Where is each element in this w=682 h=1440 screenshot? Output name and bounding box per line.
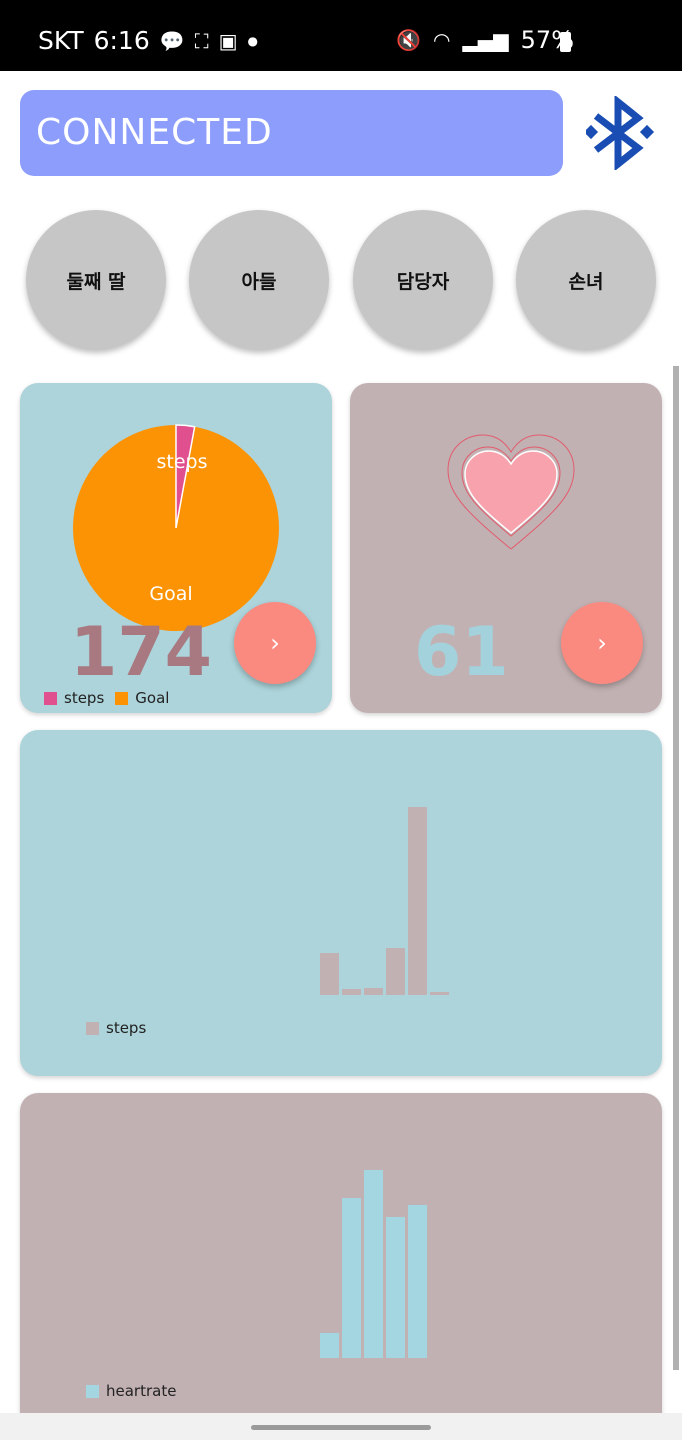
steps-bar-chart-card: steps — [20, 730, 662, 1076]
heartrate-bar-chart — [320, 1170, 427, 1358]
wifi-icon: ◠ — [433, 28, 451, 52]
heart-rate-card[interactable]: 61 › — [350, 383, 662, 713]
status-bar: SKT 6:16 💬 ⛶ ▣ ● 🔇 ◠ ▂▄▆ 57% — [0, 0, 682, 71]
bluetooth-icon[interactable] — [586, 96, 656, 170]
dot-icon: ● — [247, 33, 259, 48]
bar-heartrate-1 — [342, 1198, 361, 1358]
screenshot-icon: ⛶ — [194, 28, 209, 53]
legend-swatch-steps — [44, 691, 57, 705]
status-left: SKT 6:16 💬 ⛶ ▣ ● — [38, 26, 258, 55]
legend-label-steps: steps — [64, 689, 105, 707]
clock: 6:16 — [93, 26, 150, 55]
legend-swatch-goal — [115, 691, 129, 705]
bar-heartrate-2 — [364, 1170, 383, 1358]
bar-steps-2 — [364, 988, 383, 995]
bar-steps-4 — [408, 807, 427, 995]
battery-icon — [560, 32, 571, 52]
navigation-bar — [0, 1413, 682, 1440]
legend-label-steps: steps — [106, 1019, 147, 1037]
carrier-label: SKT — [38, 26, 84, 55]
contact-button-daughter[interactable]: 둘째 딸 — [26, 210, 166, 350]
contact-button-granddaughter[interactable]: 손녀 — [516, 210, 656, 350]
bar-steps-3 — [386, 948, 405, 995]
home-handle[interactable] — [251, 1425, 431, 1430]
scrollbar[interactable] — [673, 366, 679, 1370]
contact-list: 둘째 딸 아들 담당자 손녀 — [0, 208, 682, 352]
heartrate-chart-legend: heartrate — [86, 1382, 176, 1400]
heart-icon — [447, 434, 575, 550]
steps-card[interactable]: steps Goal 174 › steps Goal — [20, 383, 332, 713]
bar-steps-0 — [320, 953, 339, 995]
contact-button-manager[interactable]: 담당자 — [353, 210, 493, 350]
bar-steps-1 — [342, 989, 361, 995]
heart-rate-value: 61 — [414, 613, 509, 692]
chevron-right-icon: › — [270, 629, 280, 657]
steps-chart-legend: steps — [86, 1019, 146, 1037]
bar-heartrate-4 — [408, 1205, 427, 1358]
steps-count: 174 — [70, 613, 212, 692]
steps-pie-legend: steps Goal — [44, 689, 169, 707]
status-right: 🔇 ◠ ▂▄▆ 57% — [396, 26, 574, 54]
legend-label-goal: Goal — [135, 689, 170, 707]
bar-heartrate-0 — [320, 1333, 339, 1358]
heart-rate-detail-button[interactable]: › — [561, 602, 643, 684]
pie-label-steps: steps — [157, 451, 208, 473]
bar-steps-5 — [430, 992, 449, 995]
legend-swatch-heartrate — [86, 1384, 99, 1398]
mute-icon: 🔇 — [396, 28, 422, 52]
signal-icon: ▂▄▆ — [462, 28, 509, 52]
contact-button-son[interactable]: 아들 — [189, 210, 329, 350]
steps-detail-button[interactable]: › — [234, 602, 316, 684]
legend-label-heartrate: heartrate — [106, 1382, 177, 1400]
legend-swatch-steps — [86, 1021, 99, 1035]
heartrate-bar-chart-card: heartrate — [20, 1093, 662, 1423]
talk-icon: 💬 — [159, 28, 185, 53]
gallery-icon: ▣ — [218, 28, 238, 53]
bar-heartrate-3 — [386, 1217, 405, 1358]
pie-label-goal: Goal — [149, 583, 192, 605]
connection-status-banner: CONNECTED — [20, 90, 563, 176]
chevron-right-icon: › — [597, 629, 607, 657]
